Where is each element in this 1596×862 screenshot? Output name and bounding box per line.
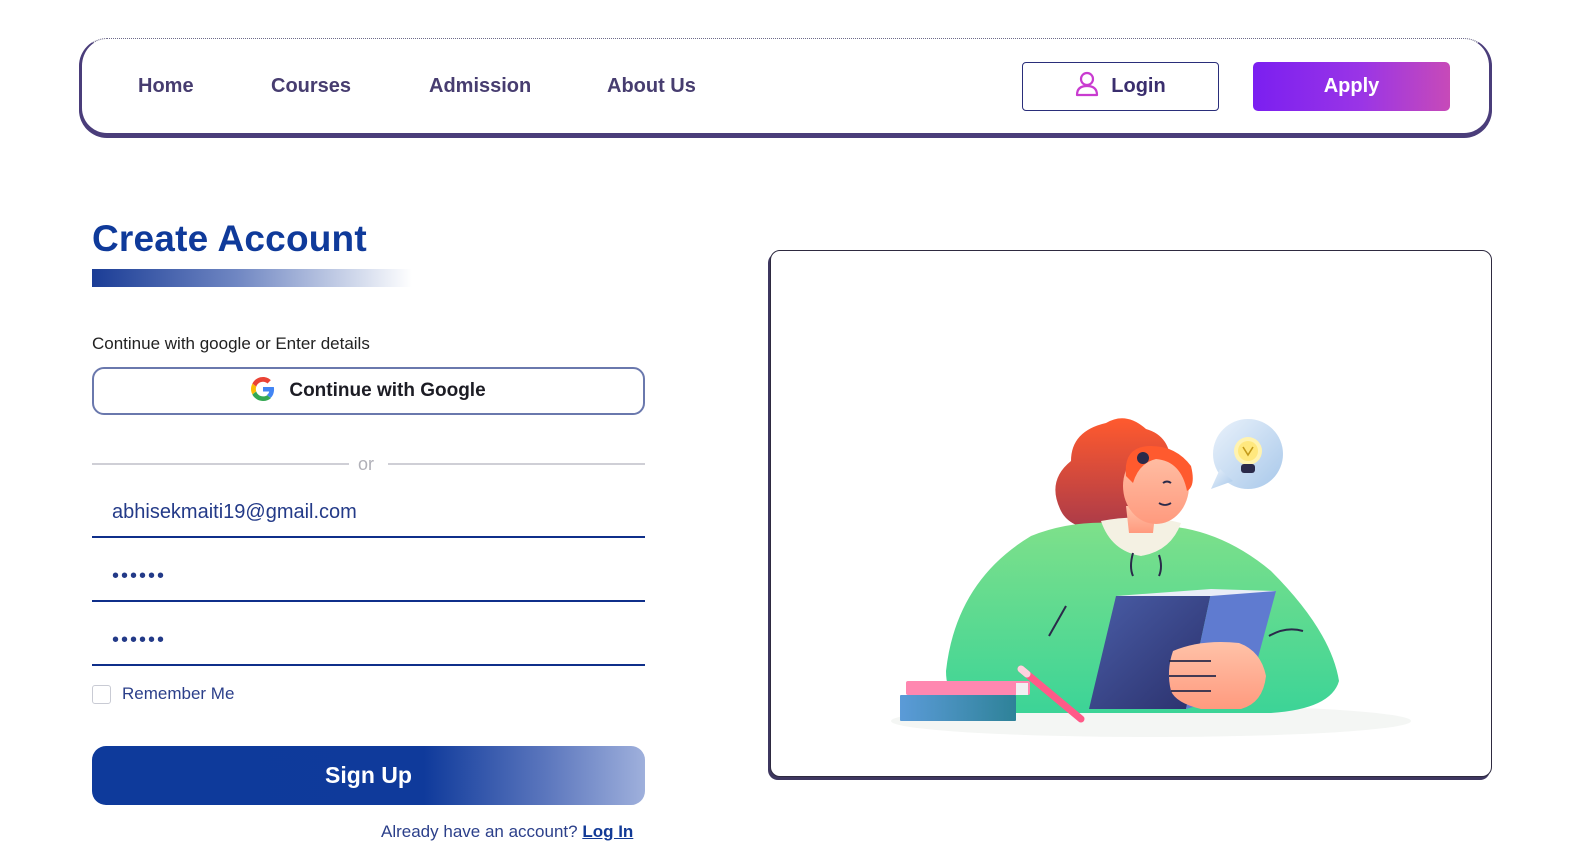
navbar: Home Courses Admission About Us Login Ap… xyxy=(79,38,1492,136)
page-title: Create Account xyxy=(92,218,367,259)
remember-me-label: Remember Me xyxy=(122,684,235,703)
password-field[interactable] xyxy=(92,552,645,602)
user-icon xyxy=(1075,71,1099,102)
reading-student-illustration xyxy=(891,418,1411,737)
apply-button[interactable]: Apply xyxy=(1253,62,1450,111)
log-in-link[interactable]: Log In xyxy=(582,822,633,841)
already-account: Already have an account? Log In xyxy=(381,822,633,842)
email-field[interactable] xyxy=(92,488,645,538)
remember-me-checkbox[interactable] xyxy=(92,684,111,704)
title-underline xyxy=(92,269,412,287)
nav-home[interactable]: Home xyxy=(138,75,194,98)
divider-left xyxy=(92,463,349,465)
sign-up-button[interactable]: Sign Up xyxy=(92,746,645,805)
illustration-card xyxy=(770,250,1492,777)
sign-up-label: Sign Up xyxy=(325,762,412,788)
confirm-password-field[interactable] xyxy=(92,616,645,666)
apply-label: Apply xyxy=(1323,75,1380,97)
google-button-label: Continue with Google xyxy=(289,380,486,401)
google-icon xyxy=(251,376,275,406)
nav-about-us[interactable]: About Us xyxy=(607,75,696,98)
nav-admission[interactable]: Admission xyxy=(429,75,531,98)
divider-right xyxy=(388,463,645,465)
lightbulb-icon xyxy=(1211,419,1283,489)
continue-with-google-button[interactable]: Continue with Google xyxy=(92,367,645,415)
already-account-text: Already have an account? xyxy=(381,822,578,841)
nav-courses[interactable]: Courses xyxy=(271,75,351,98)
login-button[interactable]: Login xyxy=(1022,62,1219,111)
remember-me: Remember Me xyxy=(92,684,234,704)
login-label: Login xyxy=(1111,75,1166,97)
divider-or: or xyxy=(358,454,375,474)
form-subtitle: Continue with google or Enter details xyxy=(92,334,370,353)
